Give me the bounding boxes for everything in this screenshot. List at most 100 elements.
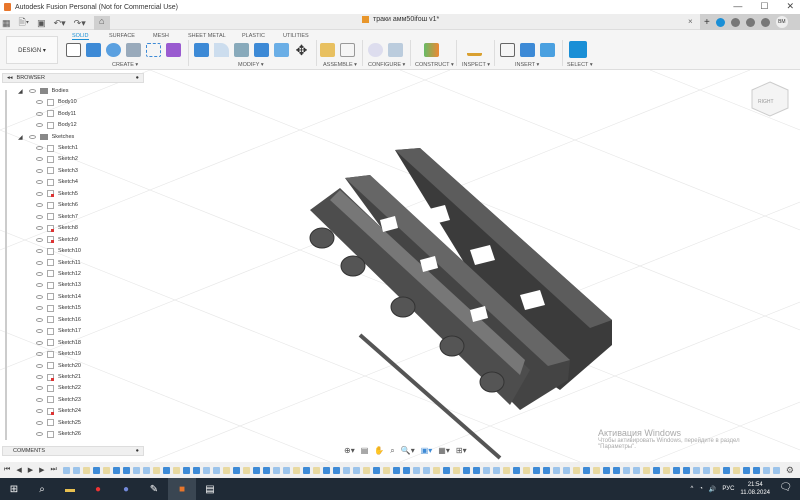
file-menu-icon[interactable]: 🗎▾	[19, 15, 30, 31]
notifications-icon[interactable]: 🗨	[779, 482, 792, 493]
visibility-icon[interactable]	[36, 329, 43, 334]
insert-menu[interactable]: INSERT ▾	[515, 62, 539, 68]
sketches-folder[interactable]: ◢ Sketches	[18, 132, 74, 142]
timeline-feature[interactable]	[652, 466, 660, 474]
form-icon[interactable]	[166, 43, 181, 57]
visibility-icon[interactable]	[36, 420, 43, 425]
timeline-feature[interactable]	[412, 466, 420, 474]
display-settings-icon[interactable]: ▣▾	[421, 446, 433, 456]
browser-item[interactable]: Sketch23	[36, 395, 81, 405]
timeline-feature[interactable]	[252, 466, 260, 474]
browser-item[interactable]: Sketch22	[36, 383, 81, 393]
modify-menu[interactable]: MODIFY ▾	[238, 62, 264, 68]
measure-icon[interactable]	[467, 48, 482, 56]
split-body-icon[interactable]	[274, 43, 289, 57]
visibility-icon[interactable]	[36, 386, 43, 391]
extensions-icon[interactable]	[715, 17, 725, 27]
timeline-feature[interactable]	[322, 466, 330, 474]
timeline-feature[interactable]	[392, 466, 400, 474]
timeline-feature[interactable]	[452, 466, 460, 474]
discord-icon[interactable]: ●	[112, 478, 140, 500]
timeline-feature[interactable]	[672, 466, 680, 474]
step-forward-icon[interactable]: ▶	[39, 466, 44, 474]
new-tab-icon[interactable]: +	[704, 17, 710, 28]
tab-mesh[interactable]: MESH	[153, 33, 169, 39]
fillet-icon[interactable]	[214, 43, 229, 57]
save-icon[interactable]: ▣	[37, 18, 46, 29]
timeline-feature[interactable]	[742, 466, 750, 474]
timeline-feature[interactable]	[572, 466, 580, 474]
timeline-feature[interactable]	[762, 466, 770, 474]
browser-item[interactable]: Body10	[36, 97, 77, 107]
visibility-icon[interactable]	[36, 260, 43, 265]
visibility-icon[interactable]	[36, 283, 43, 288]
browser-item[interactable]: Sketch2	[36, 154, 78, 164]
timeline-feature[interactable]	[712, 466, 720, 474]
joint-icon[interactable]	[340, 43, 355, 57]
calculator-icon[interactable]: ▤	[196, 478, 224, 500]
browser-item[interactable]: Sketch13	[36, 280, 81, 290]
configure-icon[interactable]	[368, 43, 383, 57]
timeline-feature[interactable]	[662, 466, 670, 474]
timeline-feature[interactable]	[132, 466, 140, 474]
timeline-feature[interactable]	[142, 466, 150, 474]
timeline-feature[interactable]	[382, 466, 390, 474]
go-to-start-icon[interactable]: ⏮	[4, 466, 10, 474]
browser-item[interactable]: Body12	[36, 120, 77, 130]
zoom-icon[interactable]: ⌕	[390, 446, 394, 456]
select-icon[interactable]	[569, 41, 587, 58]
clock[interactable]: 21:54 11.08.2024	[740, 481, 770, 497]
3d-viewport[interactable]: RIGHT	[0, 70, 800, 462]
timeline-feature[interactable]	[92, 466, 100, 474]
timeline-feature[interactable]	[502, 466, 510, 474]
visibility-icon[interactable]	[36, 180, 43, 185]
timeline-feature[interactable]	[302, 466, 310, 474]
visibility-icon[interactable]	[36, 409, 43, 414]
timeline-feature[interactable]	[752, 466, 760, 474]
timeline-feature[interactable]	[62, 466, 70, 474]
timeline-feature[interactable]	[272, 466, 280, 474]
visibility-icon[interactable]	[28, 89, 36, 93]
timeline-feature[interactable]	[722, 466, 730, 474]
step-back-icon[interactable]: ◀	[16, 466, 21, 474]
start-icon[interactable]: ⊞	[0, 478, 28, 500]
browser-panel-header[interactable]: ◂◂ BROWSER ●	[2, 73, 144, 83]
create-menu[interactable]: CREATE ▾	[112, 62, 138, 68]
timeline-feature[interactable]	[482, 466, 490, 474]
visibility-icon[interactable]	[36, 306, 43, 311]
construct-plane-icon[interactable]	[424, 43, 439, 57]
close-button[interactable]: ✕	[786, 1, 794, 12]
browser-item[interactable]: Sketch18	[36, 338, 81, 348]
browser-item[interactable]: Sketch11	[36, 258, 81, 268]
browser-item[interactable]: Sketch4	[36, 177, 78, 187]
bodies-folder[interactable]: ◢ Bodies	[18, 86, 68, 96]
network-icon[interactable]: ◔	[699, 486, 703, 492]
yandex-browser-icon[interactable]: ●	[84, 478, 112, 500]
browser-item[interactable]: Sketch17	[36, 326, 81, 336]
visibility-icon[interactable]	[36, 340, 43, 345]
timeline-feature[interactable]	[122, 466, 130, 474]
timeline-feature[interactable]	[512, 466, 520, 474]
maximize-button[interactable]: ☐	[760, 1, 768, 12]
browser-item[interactable]: Sketch10	[36, 246, 81, 256]
search-icon[interactable]: ⌕	[28, 478, 56, 500]
inspect-menu[interactable]: INSPECT ▾	[462, 62, 490, 68]
visibility-icon[interactable]	[36, 363, 43, 368]
timeline-feature[interactable]	[212, 466, 220, 474]
timeline-feature[interactable]	[102, 466, 110, 474]
timeline-feature[interactable]	[422, 466, 430, 474]
press-pull-icon[interactable]	[194, 43, 209, 57]
app-icon[interactable]: ✎	[140, 478, 168, 500]
timeline-feature[interactable]	[552, 466, 560, 474]
timeline-feature[interactable]	[692, 466, 700, 474]
browser-item[interactable]: Body11	[36, 109, 76, 119]
timeline-feature[interactable]	[492, 466, 500, 474]
visibility-icon[interactable]	[36, 123, 43, 127]
timeline-feature[interactable]	[592, 466, 600, 474]
timeline-feature[interactable]	[182, 466, 190, 474]
browser-item[interactable]: Sketch7	[36, 212, 78, 222]
construct-menu[interactable]: CONSTRUCT ▾	[415, 62, 454, 68]
job-status-icon[interactable]	[730, 17, 740, 27]
browser-item[interactable]: Sketch26	[36, 429, 81, 439]
timeline-feature[interactable]	[362, 466, 370, 474]
